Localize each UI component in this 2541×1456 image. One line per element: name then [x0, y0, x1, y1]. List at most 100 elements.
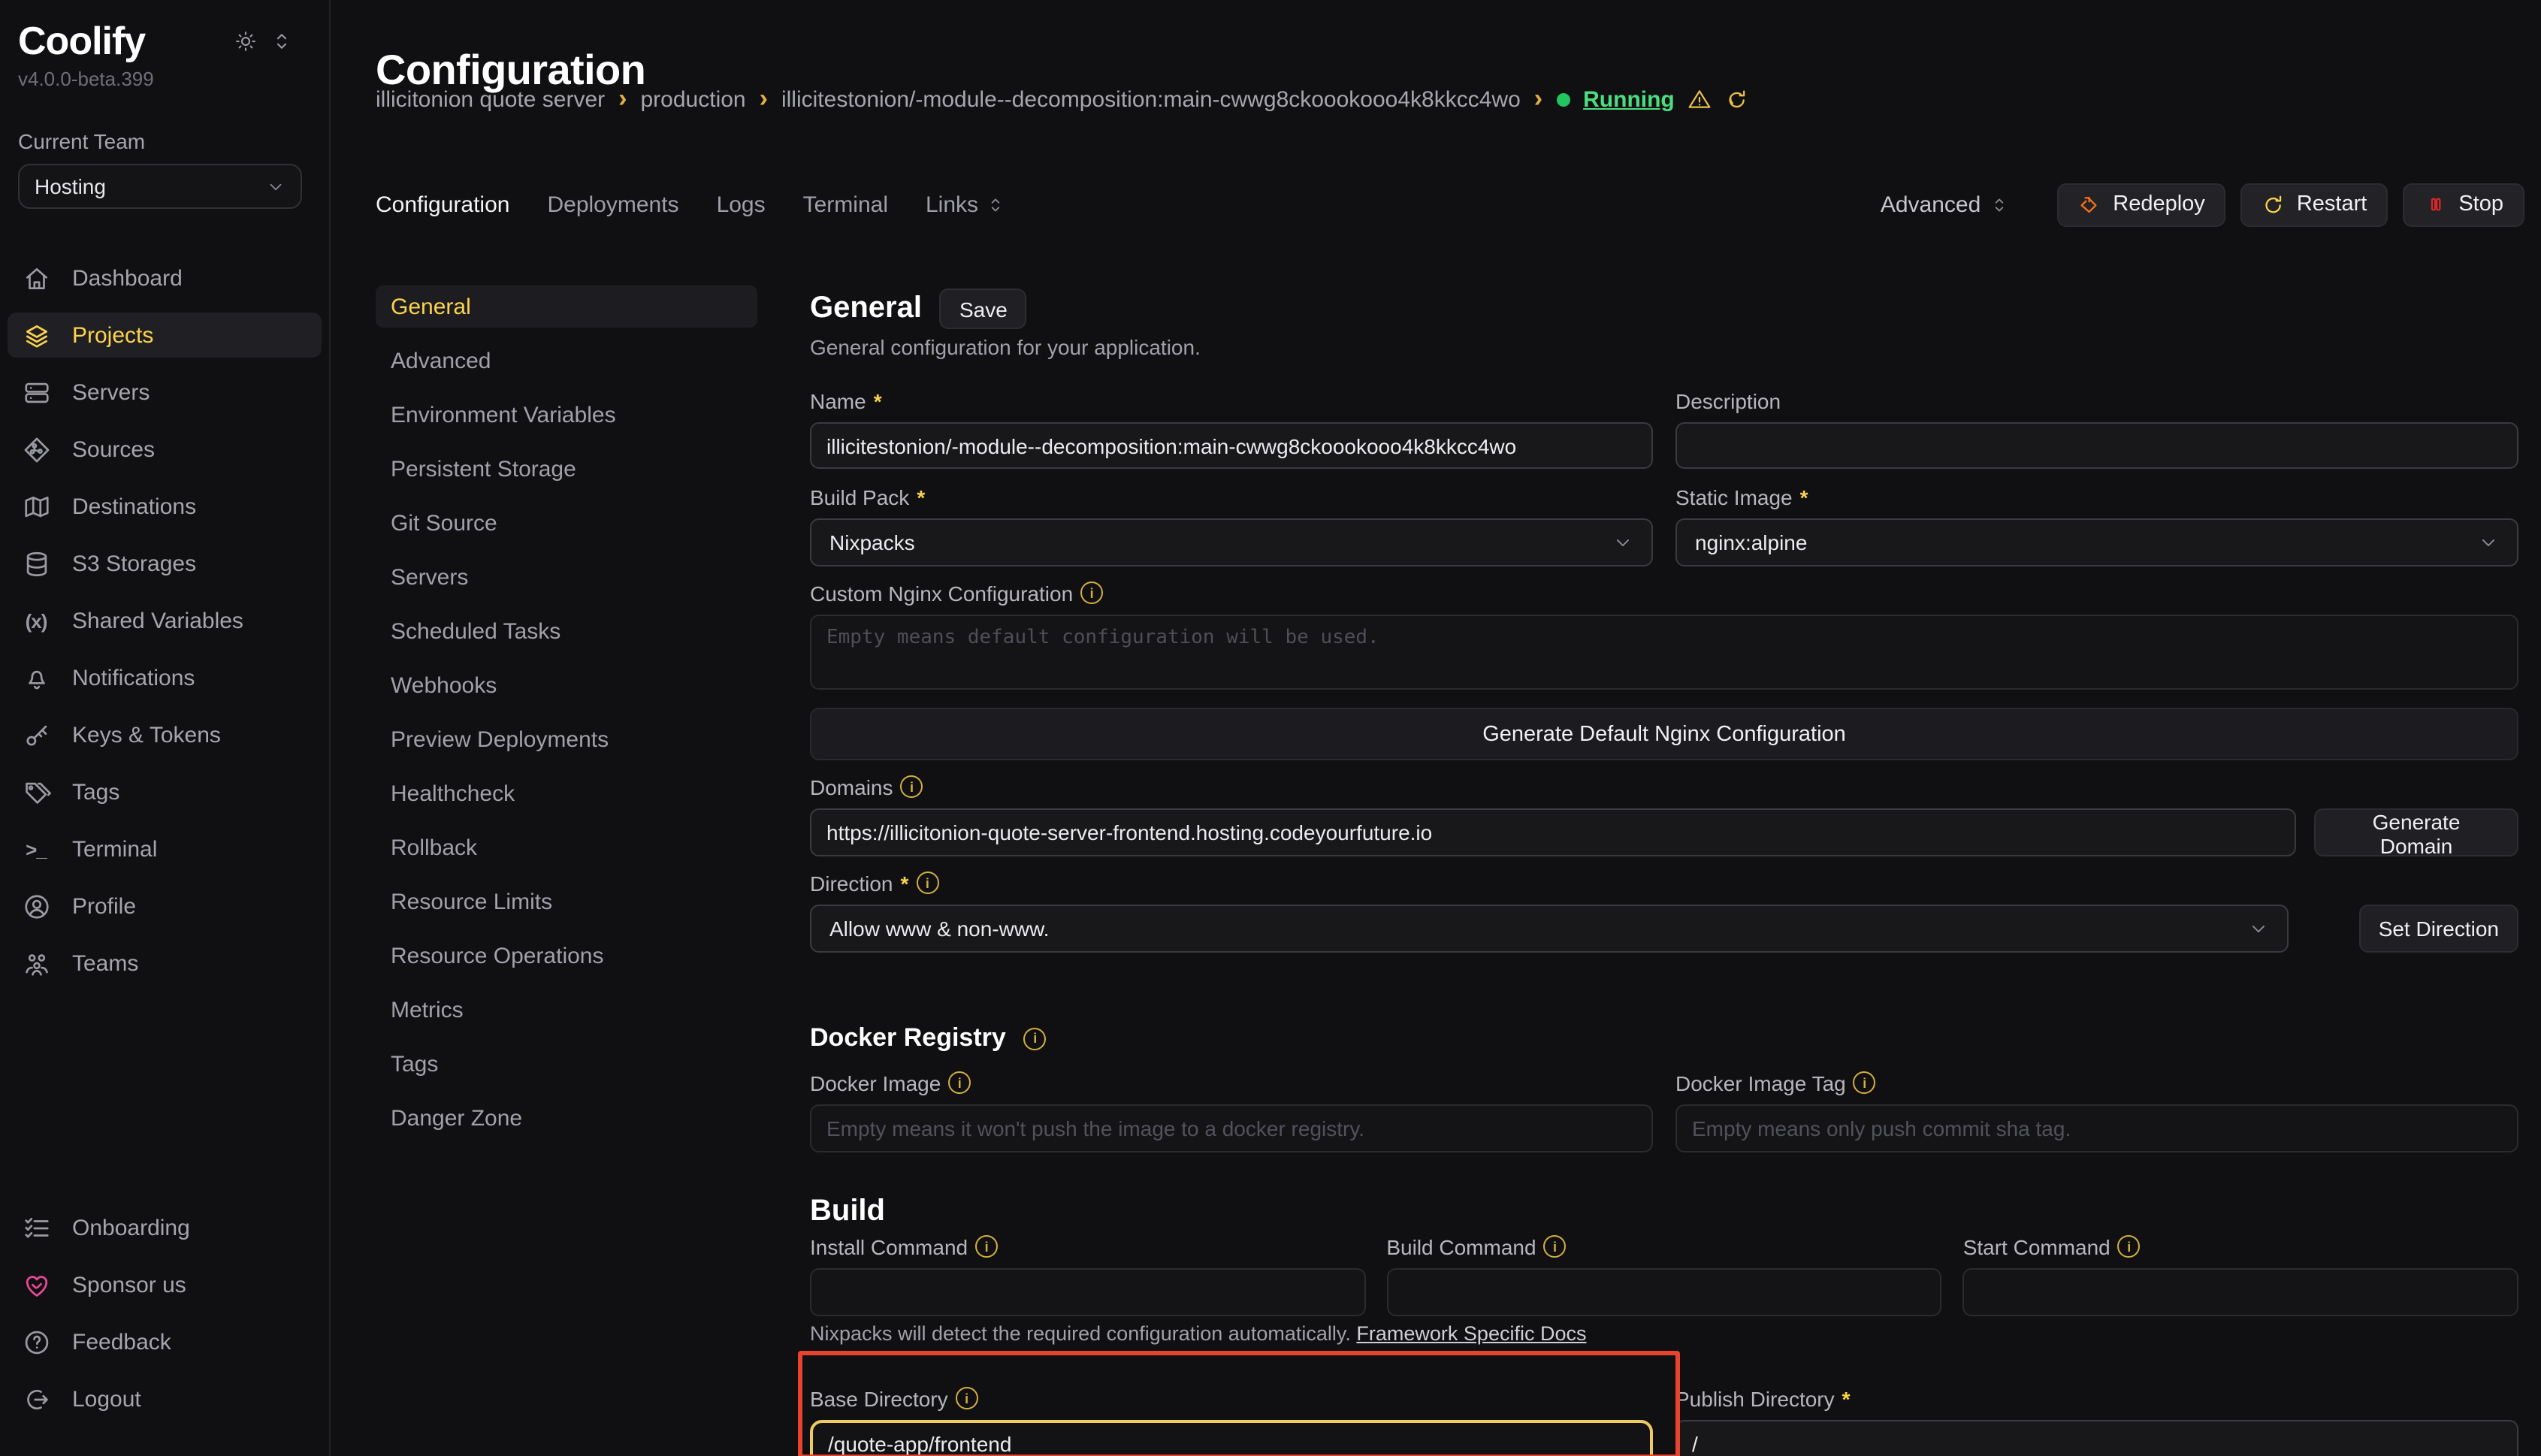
nginx-config-textarea[interactable] [810, 615, 2518, 690]
subnav-item-environment-variables[interactable]: Environment Variables [376, 394, 757, 436]
docker-image-tag-input[interactable] [1675, 1104, 2518, 1152]
sidebar-item-projects[interactable]: Projects [8, 313, 322, 358]
generate-domain-button[interactable]: Generate Domain [2314, 808, 2518, 856]
framework-docs-link[interactable]: Framework Specific Docs [1356, 1322, 1586, 1345]
subnav-item-resource-operations[interactable]: Resource Operations [376, 935, 757, 977]
publish-directory-input[interactable] [1675, 1420, 2518, 1456]
stop-label: Stop [2458, 192, 2503, 216]
subnav-item-tags[interactable]: Tags [376, 1043, 757, 1085]
tab-configuration[interactable]: Configuration [376, 192, 509, 217]
general-settings-form: General Save General configuration for y… [810, 279, 2518, 1456]
base-directory-input[interactable] [810, 1420, 1653, 1456]
info-icon[interactable] [1854, 1071, 1876, 1094]
sidebar-item-shared-variables[interactable]: Shared Variables [8, 598, 322, 643]
tab-terminal[interactable]: Terminal [803, 192, 888, 217]
subnav-item-general[interactable]: General [376, 285, 757, 328]
sidebar-item-onboarding[interactable]: Onboarding [8, 1205, 322, 1250]
info-icon[interactable] [948, 1071, 971, 1094]
info-icon[interactable] [901, 775, 923, 798]
sidebar-item-sources[interactable]: Sources [8, 427, 322, 472]
description-input[interactable] [1675, 422, 2518, 469]
name-input[interactable] [810, 422, 1653, 469]
sidebar-item-profile[interactable]: Profile [8, 884, 322, 929]
redeploy-button[interactable]: Redeploy [2057, 183, 2226, 226]
breadcrumb-environment[interactable]: production [641, 86, 746, 112]
users-icon [21, 948, 51, 978]
sidebar-item-terminal[interactable]: Terminal [8, 826, 322, 871]
generate-nginx-button[interactable]: Generate Default Nginx Configuration [810, 708, 2518, 760]
subnav-item-scheduled-tasks[interactable]: Scheduled Tasks [376, 610, 757, 652]
breadcrumb-project[interactable]: illicitonion quote server [376, 86, 605, 112]
chevron-down-icon [2478, 532, 2499, 553]
sidebar-item-logout[interactable]: Logout [8, 1376, 322, 1421]
theme-switch-chevrons-icon[interactable] [270, 30, 293, 53]
sidebar-item-feedback[interactable]: Feedback [8, 1319, 322, 1364]
info-icon[interactable] [1544, 1235, 1567, 1258]
refresh-icon[interactable] [1726, 87, 1750, 111]
sidebar-item-label: Sponsor us [72, 1272, 186, 1297]
server-icon [21, 377, 51, 407]
sidebar-footer-nav: Onboarding Sponsor us Feedback Logout [0, 1205, 329, 1433]
team-select[interactable]: Hosting [18, 164, 302, 209]
sidebar-item-label: Shared Variables [72, 608, 243, 633]
sidebar-item-label: Destinations [72, 494, 196, 519]
section-subtitle: General configuration for your applicati… [810, 335, 2518, 361]
subnav-item-servers[interactable]: Servers [376, 556, 757, 598]
sidebar-item-destinations[interactable]: Destinations [8, 484, 322, 529]
sidebar-item-label: Servers [72, 379, 150, 405]
settings-subnav: General Advanced Environment Variables P… [376, 285, 757, 1151]
save-button[interactable]: Save [940, 288, 1027, 329]
sidebar-item-keys-tokens[interactable]: Keys & Tokens [8, 712, 322, 757]
static-image-value: nginx:alpine [1695, 530, 1807, 554]
layers-icon [21, 320, 51, 350]
advanced-dropdown[interactable]: Advanced [1881, 192, 2009, 217]
info-icon[interactable] [956, 1387, 978, 1409]
subnav-item-rollback[interactable]: Rollback [376, 826, 757, 868]
sidebar-item-notifications[interactable]: Notifications [8, 655, 322, 700]
subnav-item-persistent-storage[interactable]: Persistent Storage [376, 448, 757, 490]
domains-input[interactable] [810, 808, 2296, 856]
required-marker: * [1800, 485, 1808, 509]
info-icon[interactable] [975, 1235, 998, 1258]
subnav-item-metrics[interactable]: Metrics [376, 989, 757, 1031]
install-command-input[interactable] [810, 1268, 1365, 1316]
subnav-item-resource-limits[interactable]: Resource Limits [376, 881, 757, 923]
info-icon[interactable] [1024, 1027, 1047, 1050]
chevron-right-icon [760, 86, 768, 113]
subnav-item-advanced[interactable]: Advanced [376, 340, 757, 382]
restart-button[interactable]: Restart [2241, 183, 2388, 226]
info-icon[interactable] [2118, 1235, 2141, 1258]
sidebar-item-s3-storages[interactable]: S3 Storages [8, 541, 322, 586]
sidebar-item-dashboard[interactable]: Dashboard [8, 255, 322, 301]
info-icon[interactable] [1080, 581, 1103, 604]
tab-deployments[interactable]: Deployments [547, 192, 678, 217]
sidebar-item-tags[interactable]: Tags [8, 769, 322, 814]
tab-logs[interactable]: Logs [717, 192, 766, 217]
subnav-item-healthcheck[interactable]: Healthcheck [376, 772, 757, 814]
subnav-item-preview-deployments[interactable]: Preview Deployments [376, 718, 757, 760]
tab-links[interactable]: Links [926, 192, 1005, 217]
sidebar-item-sponsor[interactable]: Sponsor us [8, 1262, 322, 1307]
sidebar-item-label: Sources [72, 436, 155, 462]
sidebar-item-servers[interactable]: Servers [8, 370, 322, 415]
status-running-link[interactable]: Running [1583, 86, 1675, 112]
static-image-select[interactable]: nginx:alpine [1675, 518, 2518, 566]
build-pack-select[interactable]: Nixpacks [810, 518, 1653, 566]
sidebar-item-label: Projects [72, 322, 153, 348]
warning-icon[interactable] [1688, 87, 1712, 111]
sidebar-item-teams[interactable]: Teams [8, 941, 322, 986]
key-icon [21, 720, 51, 750]
subnav-item-git-source[interactable]: Git Source [376, 502, 757, 544]
direction-select[interactable]: Allow www & non-www. [810, 905, 2289, 953]
info-icon[interactable] [916, 871, 938, 894]
stop-button[interactable]: Stop [2403, 183, 2524, 226]
subnav-item-danger-zone[interactable]: Danger Zone [376, 1097, 757, 1139]
set-direction-button[interactable]: Set Direction [2359, 905, 2518, 953]
theme-sun-icon[interactable] [234, 30, 257, 53]
docker-image-input[interactable] [810, 1104, 1653, 1152]
breadcrumb-application[interactable]: illicitestonion/-module--decomposition:m… [781, 86, 1521, 112]
start-command-input[interactable] [1963, 1268, 2518, 1316]
subnav-item-webhooks[interactable]: Webhooks [376, 664, 757, 706]
build-command-input[interactable] [1386, 1268, 1941, 1316]
question-circle-icon [21, 1327, 51, 1357]
